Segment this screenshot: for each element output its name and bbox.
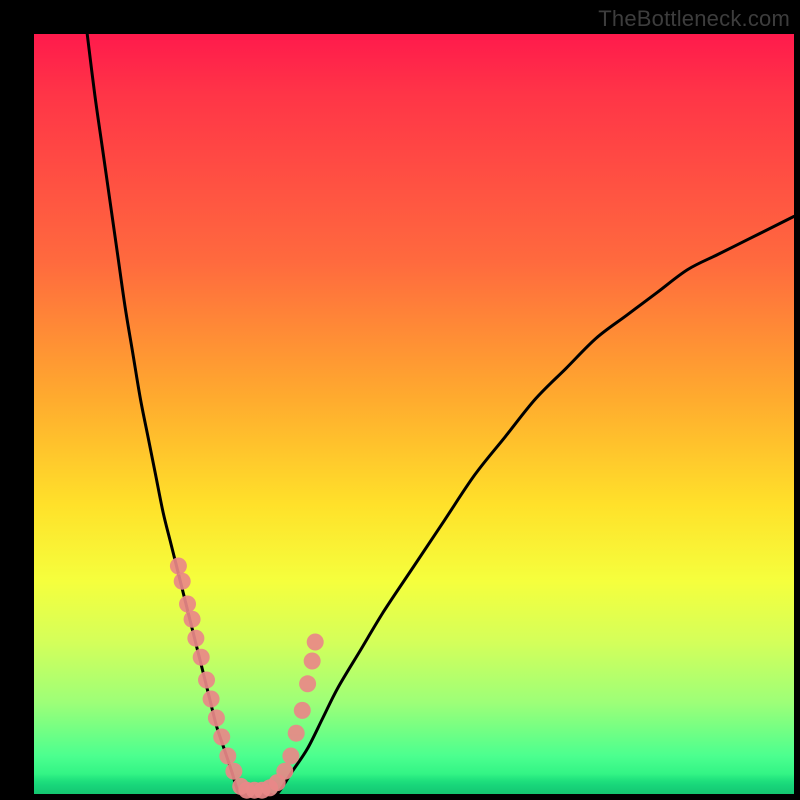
scatter-dot: [170, 558, 187, 575]
scatter-dot: [299, 675, 316, 692]
scatter-dot: [184, 611, 201, 628]
scatter-dot: [203, 691, 220, 708]
scatter-dot: [304, 653, 321, 670]
scatter-dot: [208, 710, 225, 727]
scatter-dot: [288, 725, 305, 742]
scatter-dot: [225, 763, 242, 780]
scatter-points: [170, 558, 324, 799]
scatter-dot: [276, 763, 293, 780]
plot-area: [34, 34, 794, 794]
scatter-dot: [282, 748, 299, 765]
bottleneck-curve-path: [87, 34, 794, 796]
scatter-dot: [187, 630, 204, 647]
curve-svg: [34, 34, 794, 794]
scatter-dot: [198, 672, 215, 689]
chart-frame: TheBottleneck.com: [0, 0, 800, 800]
scatter-dot: [193, 649, 210, 666]
scatter-dot: [174, 573, 191, 590]
scatter-dot: [307, 634, 324, 651]
scatter-dot: [179, 596, 196, 613]
bottleneck-curve: [87, 34, 794, 796]
scatter-dot: [294, 702, 311, 719]
watermark-text: TheBottleneck.com: [598, 6, 790, 32]
scatter-dot: [219, 748, 236, 765]
scatter-dot: [213, 729, 230, 746]
